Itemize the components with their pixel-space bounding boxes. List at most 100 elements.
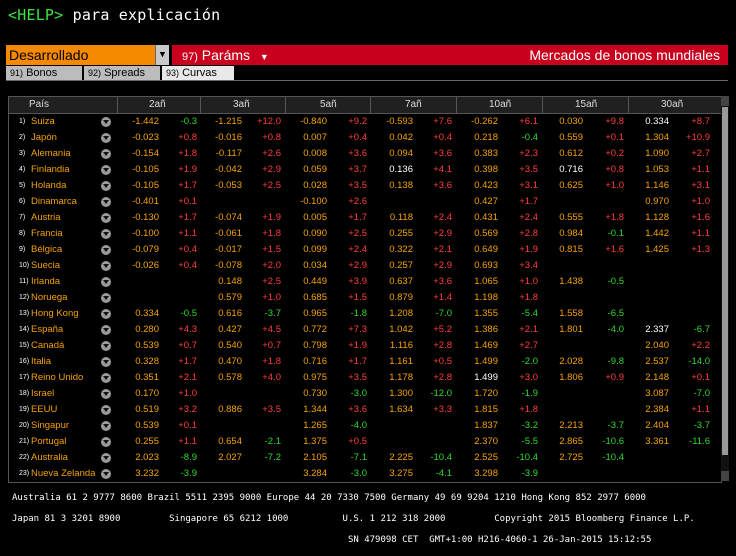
table-row[interactable]: 22) Australia 2.023 -8.9 2.027 -7.2 2.105 -7.1 2… — [9, 450, 721, 466]
yield-value[interactable]: 1.837 — [454, 418, 498, 434]
vertical-scrollbar[interactable] — [721, 96, 729, 481]
dropdown-icon[interactable] — [101, 293, 111, 303]
yield-value[interactable]: -0.061 — [198, 226, 242, 242]
yield-value[interactable]: 1.375 — [283, 434, 327, 450]
yield-value[interactable]: 1.499 — [454, 370, 498, 386]
table-row[interactable]: 18) Israel 0.170 +1.0 0.730 -3.0 1.300 -12.0 1.7… — [9, 386, 721, 402]
yield-value[interactable]: 0.059 — [283, 162, 327, 178]
yield-value[interactable]: 0.255 — [115, 434, 159, 450]
yield-value[interactable]: 0.649 — [454, 242, 498, 258]
table-row[interactable]: 23) Nueva Zelanda 3.232 -3.9 3.284 -3.0 3.275 -… — [9, 466, 721, 482]
yield-value[interactable]: -0.262 — [454, 114, 498, 130]
yield-value[interactable]: 0.030 — [539, 114, 583, 130]
yield-value[interactable]: 1.442 — [625, 226, 669, 242]
yield-value[interactable]: -0.023 — [115, 130, 159, 146]
yield-value[interactable]: -0.105 — [115, 178, 159, 194]
yield-value[interactable]: 0.569 — [454, 226, 498, 242]
yield-value[interactable]: 0.398 — [454, 162, 498, 178]
country-name[interactable]: Suiza — [31, 114, 55, 130]
yield-value[interactable]: 0.028 — [283, 178, 327, 194]
yield-value[interactable]: 0.094 — [369, 146, 413, 162]
scroll-down-button[interactable] — [721, 471, 729, 481]
yield-value[interactable]: 0.970 — [625, 194, 669, 210]
yield-value[interactable]: 1.425 — [625, 242, 669, 258]
yield-value[interactable]: 2.148 — [625, 370, 669, 386]
yield-value[interactable]: 1.304 — [625, 130, 669, 146]
dropdown-icon[interactable] — [101, 437, 111, 447]
header-col[interactable]: 5añ — [320, 97, 337, 113]
yield-value[interactable]: -0.593 — [369, 114, 413, 130]
yield-value[interactable]: 0.559 — [539, 130, 583, 146]
yield-value[interactable]: 0.423 — [454, 178, 498, 194]
yield-value[interactable]: 0.383 — [454, 146, 498, 162]
dropdown-icon[interactable] — [101, 405, 111, 415]
yield-value[interactable]: 2.384 — [625, 402, 669, 418]
yield-value[interactable]: 0.136 — [369, 162, 413, 178]
yield-value[interactable]: -0.117 — [198, 146, 242, 162]
yield-value[interactable]: 2.537 — [625, 354, 669, 370]
country-name[interactable]: Francia — [31, 226, 63, 242]
country-name[interactable]: Bélgica — [31, 242, 62, 258]
country-name[interactable]: Japón — [31, 130, 57, 146]
table-row[interactable]: 13) Hong Kong 0.334 -0.5 0.616 -3.7 0.965 -1.8 1… — [9, 306, 721, 322]
yield-value[interactable]: 1.198 — [454, 290, 498, 306]
dropdown-icon[interactable] — [101, 309, 111, 319]
country-name[interactable]: España — [31, 322, 63, 338]
dropdown-icon[interactable] — [101, 229, 111, 239]
dropdown-icon[interactable] — [101, 469, 111, 479]
yield-value[interactable]: 0.008 — [283, 146, 327, 162]
yield-value[interactable]: 0.612 — [539, 146, 583, 162]
yield-value[interactable]: 0.427 — [198, 322, 242, 338]
header-col[interactable]: 30añ — [661, 97, 683, 113]
dropdown-icon[interactable] — [101, 149, 111, 159]
yield-value[interactable]: 1.146 — [625, 178, 669, 194]
yield-value[interactable]: 3.284 — [283, 466, 327, 482]
yield-value[interactable]: 0.257 — [369, 258, 413, 274]
yield-value[interactable]: 1.208 — [369, 306, 413, 322]
yield-value[interactable]: 0.879 — [369, 290, 413, 306]
country-name[interactable]: Reino Unido — [31, 370, 83, 386]
yield-value[interactable]: 2.725 — [539, 450, 583, 466]
yield-value[interactable]: 0.984 — [539, 226, 583, 242]
yield-value[interactable]: 0.280 — [115, 322, 159, 338]
country-name[interactable]: Alemania — [31, 146, 71, 162]
yield-value[interactable]: 0.148 — [198, 274, 242, 290]
table-row[interactable]: 21) Portugal 0.255 +1.1 0.654 -2.1 1.375 +0.5 2.… — [9, 434, 721, 450]
scroll-up-button[interactable] — [721, 96, 729, 106]
header-col[interactable]: 7añ — [405, 97, 422, 113]
yield-value[interactable]: 2.865 — [539, 434, 583, 450]
yield-value[interactable]: 2.213 — [539, 418, 583, 434]
yield-value[interactable]: 0.449 — [283, 274, 327, 290]
yield-value[interactable]: -0.078 — [198, 258, 242, 274]
yield-value[interactable]: 2.404 — [625, 418, 669, 434]
tab-curvas[interactable]: 93) Curvas — [162, 66, 234, 80]
yield-value[interactable]: 0.519 — [115, 402, 159, 418]
yield-value[interactable]: 1.344 — [283, 402, 327, 418]
yield-value[interactable]: 1.161 — [369, 354, 413, 370]
yield-value[interactable]: 3.232 — [115, 466, 159, 482]
yield-value[interactable]: 1.355 — [454, 306, 498, 322]
table-row[interactable]: 9) Bélgica -0.079 +0.4 -0.017 +1.5 0.099 +2.4 0.… — [9, 242, 721, 258]
dropdown-icon[interactable] — [101, 389, 111, 399]
table-row[interactable]: 19) EEUU 0.519 +3.2 0.886 +3.5 1.344 +3.6 1.634 +… — [9, 402, 721, 418]
yield-value[interactable]: 1.499 — [454, 354, 498, 370]
table-row[interactable]: 11) Irlanda 0.148 +2.5 0.449 +3.9 0.637 +3.6 1.0… — [9, 274, 721, 290]
yield-value[interactable]: -0.100 — [283, 194, 327, 210]
dropdown-icon[interactable] — [101, 261, 111, 271]
yield-value[interactable]: 0.034 — [283, 258, 327, 274]
yield-value[interactable]: -0.130 — [115, 210, 159, 226]
yield-value[interactable]: 1.116 — [369, 338, 413, 354]
dropdown-icon[interactable] — [101, 133, 111, 143]
yield-value[interactable]: -0.105 — [115, 162, 159, 178]
yield-value[interactable]: 1.053 — [625, 162, 669, 178]
country-name[interactable]: Israel — [31, 386, 54, 402]
header-col[interactable]: 3añ — [233, 97, 250, 113]
dropdown-icon[interactable] — [101, 421, 111, 431]
yield-value[interactable]: 1.806 — [539, 370, 583, 386]
table-row[interactable]: 8) Francia -0.100 +1.1 -0.061 +1.8 0.090 +2.5 0.… — [9, 226, 721, 242]
dropdown-icon[interactable] — [101, 245, 111, 255]
yield-value[interactable]: 0.138 — [369, 178, 413, 194]
yield-value[interactable]: 0.886 — [198, 402, 242, 418]
dropdown-icon[interactable] — [101, 341, 111, 351]
table-row[interactable]: 10) Suecia -0.026 +0.4 -0.078 +2.0 0.034 +2.9 0.… — [9, 258, 721, 274]
